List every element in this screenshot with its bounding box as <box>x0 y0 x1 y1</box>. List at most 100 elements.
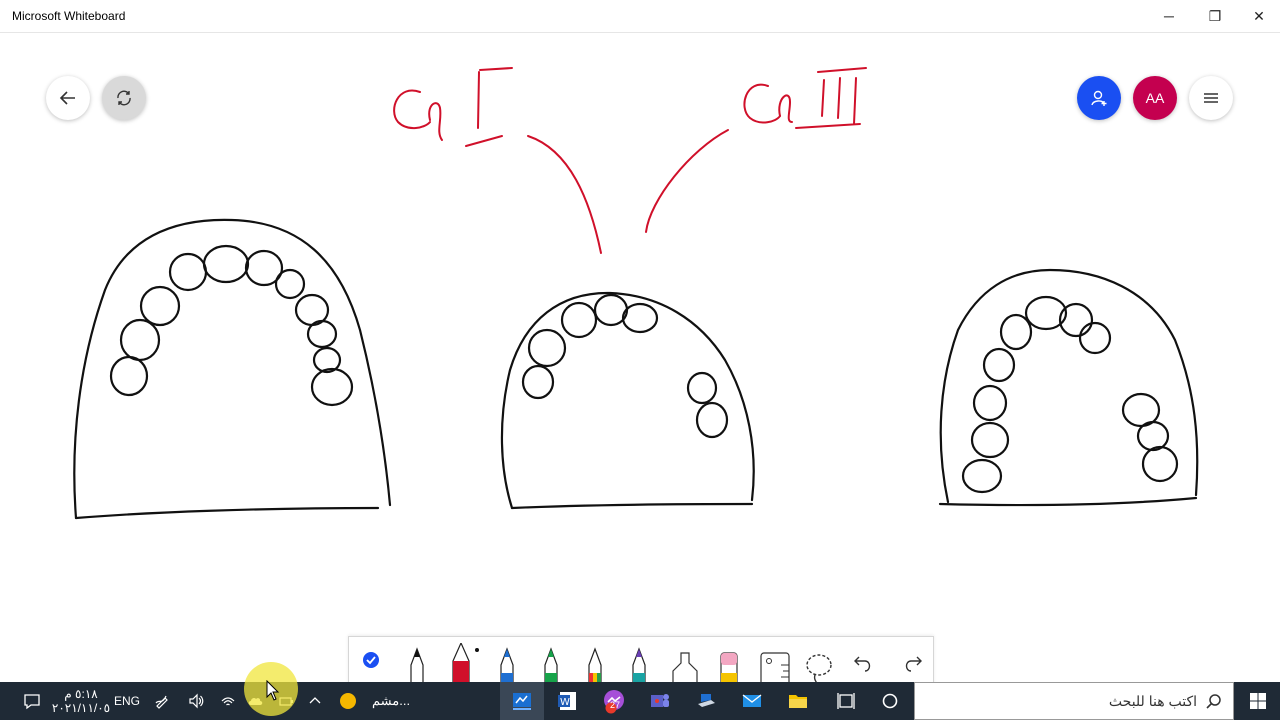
redo-button[interactable] <box>893 643 929 687</box>
sync-icon <box>117 90 131 106</box>
taskbar-running-app[interactable]: مشم... <box>338 682 414 720</box>
word-icon: W <box>558 692 576 710</box>
device-icon <box>698 694 715 707</box>
taskbar-file-explorer[interactable] <box>776 682 820 720</box>
taskbar: ٥:١٨ م ٢٠٢١/١١/٠٥ ENG مشم... W 27 اكتب ه… <box>0 682 1280 720</box>
ruler-icon <box>760 652 790 688</box>
undo-icon <box>854 656 871 672</box>
minimize-icon: ─ <box>1164 8 1174 24</box>
tooth <box>139 285 181 327</box>
taskbar-mail[interactable] <box>730 682 774 720</box>
sync-button[interactable] <box>102 76 146 120</box>
tooth <box>310 367 354 407</box>
arch-left-base <box>74 506 380 520</box>
folder-icon <box>789 695 807 708</box>
arrow-left-icon <box>59 91 75 105</box>
taskbar-whiteboard[interactable] <box>500 682 544 720</box>
task-view-button[interactable] <box>824 682 868 720</box>
menu-button[interactable] <box>1189 76 1233 120</box>
tooth <box>560 301 598 339</box>
arch-middle-base <box>510 502 754 510</box>
tooth <box>306 319 338 349</box>
whiteboard-app-icon <box>513 693 531 710</box>
annotation-cl-one-c <box>393 89 431 129</box>
undo-button[interactable] <box>847 643 883 687</box>
tooth <box>1078 321 1112 355</box>
volume-button[interactable] <box>184 682 208 720</box>
clock[interactable]: ٥:١٨ م ٢٠٢١/١١/٠٥ <box>51 682 111 720</box>
pen-green-icon <box>544 647 558 688</box>
restore-button[interactable]: ❐ <box>1192 0 1238 32</box>
svg-text:W: W <box>560 697 570 708</box>
title-bar: Microsoft Whiteboard ─ ❐ ✕ <box>0 0 1280 33</box>
select-tool[interactable] <box>357 643 393 687</box>
pen-teal-tool[interactable] <box>621 643 657 688</box>
close-icon: ✕ <box>1253 7 1265 24</box>
arch-right-base <box>938 496 1198 507</box>
tooth <box>621 302 659 334</box>
taskbar-word[interactable]: W <box>546 682 590 720</box>
running-app-label: مشم... <box>372 693 411 708</box>
pointer-line-left <box>527 135 602 254</box>
lasso-tool[interactable] <box>801 643 837 688</box>
pen-red-icon <box>452 641 479 688</box>
annotation-cl-one-l <box>428 102 443 141</box>
taskbar-store[interactable] <box>684 682 728 720</box>
cortana-button[interactable] <box>868 682 912 720</box>
pen-rainbow-tool[interactable] <box>577 643 613 688</box>
close-button[interactable]: ✕ <box>1236 0 1280 32</box>
wifi-icon <box>221 697 235 706</box>
avatar[interactable]: AA <box>1133 76 1177 120</box>
eraser-icon <box>720 652 738 688</box>
notifications-button[interactable] <box>14 682 50 720</box>
start-button[interactable] <box>1236 682 1280 720</box>
tooth <box>999 313 1033 351</box>
pen-rainbow-icon <box>588 647 602 688</box>
tooth <box>695 401 729 439</box>
clock-date: ٢٠٢١/١١/٠٥ <box>51 701 111 715</box>
highlighter-tool[interactable] <box>667 643 703 688</box>
avatar-initials: AA <box>1145 90 1165 106</box>
ink-toolbar <box>348 636 934 688</box>
windows-logo-icon <box>1250 693 1266 709</box>
tooth <box>1141 445 1179 483</box>
tooth <box>686 371 718 405</box>
whiteboard-canvas[interactable] <box>0 33 1280 682</box>
tray-expand-button[interactable] <box>304 682 326 720</box>
pen-black-icon <box>410 647 424 688</box>
invite-button[interactable] <box>1077 76 1121 120</box>
taskbar-teams[interactable] <box>638 682 682 720</box>
ruler-tool[interactable] <box>757 643 793 688</box>
select-icon <box>363 652 379 668</box>
annotation-cl-three-c <box>743 83 781 124</box>
pen-red-tool[interactable] <box>443 641 479 688</box>
taskbar-messenger[interactable]: 27 <box>592 682 636 720</box>
tooth <box>274 268 306 300</box>
restore-icon: ❐ <box>1208 7 1222 24</box>
pen-workspace-icon <box>155 695 168 709</box>
back-button[interactable] <box>46 76 90 120</box>
search-box[interactable]: اكتب هنا للبحث <box>914 682 1234 720</box>
minimize-button[interactable]: ─ <box>1146 0 1192 32</box>
task-view-icon <box>837 693 855 709</box>
annotation-roman-three <box>795 67 867 129</box>
network-button[interactable] <box>216 682 240 720</box>
pointer-line-right <box>645 129 729 233</box>
tooth <box>972 384 1008 422</box>
ink-layer <box>73 67 1199 520</box>
annotation-roman-one <box>465 67 513 147</box>
eraser-tool[interactable] <box>711 643 747 688</box>
search-placeholder: اكتب هنا للبحث <box>1108 693 1197 709</box>
language-indicator[interactable]: ENG <box>112 682 142 720</box>
redo-icon <box>905 656 922 672</box>
tooth <box>521 364 555 400</box>
annotation-cl-three-l <box>778 94 793 123</box>
red-annotations <box>393 67 867 254</box>
badge-count: 27 <box>610 700 621 710</box>
volume-icon <box>189 693 204 709</box>
tooth <box>961 458 1003 494</box>
pen-workspace-button[interactable] <box>150 682 174 720</box>
pen-blue-tool[interactable] <box>489 643 525 688</box>
pen-black-tool[interactable] <box>399 643 435 688</box>
pen-green-tool[interactable] <box>533 643 569 688</box>
